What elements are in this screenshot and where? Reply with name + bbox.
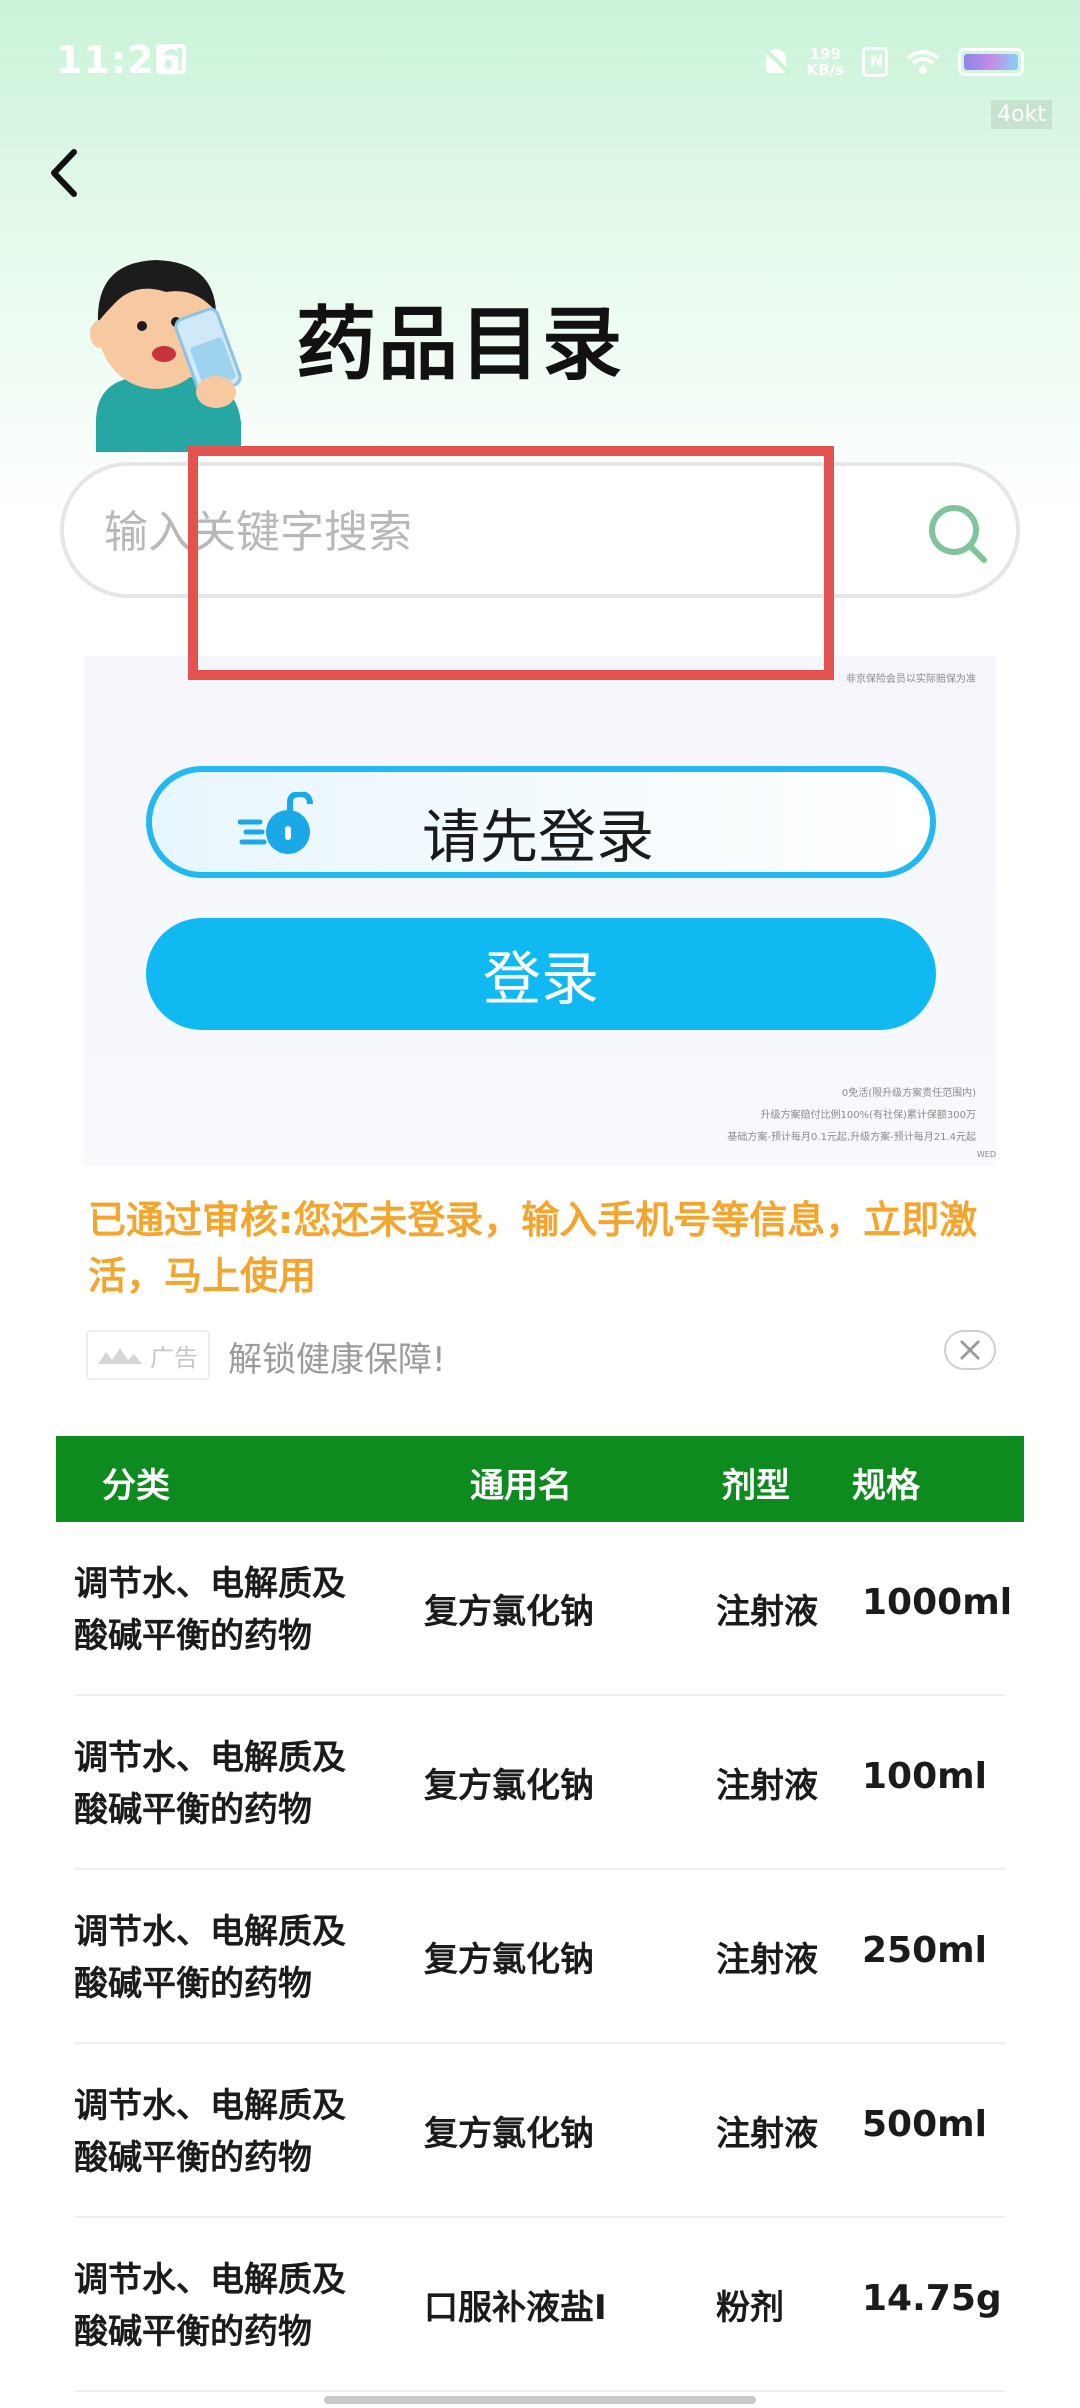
table-row[interactable]: 调节水、电解质及酸碱平衡的药物 口服补液盐Ⅰ 粉剂 14.75g (56, 2218, 1024, 2392)
cell-spec: 14.75g (862, 2278, 1002, 2319)
cell-category: 调节水、电解质及酸碱平衡的药物 (74, 1912, 346, 2004)
login-prompt-pill: 请先登录 (146, 766, 936, 878)
cell-category: 调节水、电解质及酸碱平衡的药物 (74, 2260, 346, 2352)
ad-tag: 广告 (86, 1330, 210, 1380)
cell-name: 口服补液盐Ⅰ (424, 2288, 607, 2328)
cell-category: 调节水、电解质及酸碱平衡的药物 (74, 2086, 346, 2178)
login-prompt-text: 请先登录 (422, 803, 655, 871)
table-row[interactable]: 调节水、电解质及酸碱平衡的药物 复方氯化钠 注射液 100ml (56, 1696, 1024, 1870)
home-indicator[interactable] (324, 2396, 756, 2404)
cell-form: 注射液 (716, 1592, 818, 1632)
cell-name: 复方氯化钠 (424, 1940, 594, 1980)
ad-caption[interactable]: 解锁健康保障! (228, 1332, 446, 1381)
page-title: 药品目录 (296, 298, 624, 391)
network-speed: 199 KB/s (807, 46, 844, 78)
cell-category: 调节水、电解质及酸碱平衡的药物 (74, 1738, 346, 1830)
col-header-name: 通用名 (470, 1466, 572, 1506)
ad-disclaimer-top: 非京保险会员以实际赔保为准 (846, 674, 976, 685)
row-divider (74, 2390, 1006, 2392)
cell-name: 复方氯化钠 (424, 2114, 594, 2154)
ad-fine-print-2: 升级方案赔付比例100%(有社保)累计保额300万 (760, 1110, 976, 1121)
promo-text[interactable]: 已通过审核:您还未登录，输入手机号等信息，立即激活，马上使用 (88, 1192, 988, 1304)
status-bar: 11:26 199 KB/s (0, 0, 1080, 130)
cell-spec: 100ml (862, 1756, 987, 1797)
ad-banner[interactable]: 非京保险会员以实际赔保为准 请先登录 登录 0免活(限升级方案责任范围内) 升级… (84, 656, 996, 1166)
cell-form: 粉剂 (716, 2288, 784, 2328)
highlight-box (188, 446, 834, 680)
cell-name: 复方氯化钠 (424, 1766, 594, 1806)
ad-row[interactable]: 广告 解锁健康保障! (86, 1328, 996, 1384)
col-header-form: 剂型 (722, 1466, 790, 1506)
back-arrow-icon[interactable] (40, 148, 90, 198)
ad-fine-print-1: 0免活(限升级方案责任范围内) (841, 1088, 976, 1099)
ad-tag-label: 广告 (150, 1343, 198, 1372)
col-header-category: 分类 (102, 1466, 170, 1506)
unlock-icon (238, 792, 313, 854)
battery-icon (958, 48, 1024, 76)
wifi-icon (906, 49, 940, 75)
close-ad-icon[interactable] (944, 1330, 996, 1370)
table-row[interactable]: 调节水、电解质及酸碱平衡的药物 复方氯化钠 注射液 250ml (56, 1870, 1024, 2044)
table-header: 分类 通用名 剂型 规格 (56, 1436, 1024, 1522)
table-row[interactable]: 调节水、电解质及酸碱平衡的药物 复方氯化钠 注射液 1000ml (56, 1522, 1024, 1696)
cell-form: 注射液 (716, 2114, 818, 2154)
nfc-icon (862, 47, 888, 77)
ad-corner-mark: WED (976, 1150, 996, 1159)
mute-bell-icon (763, 47, 789, 77)
cell-category: 调节水、电解质及酸碱平衡的药物 (74, 1564, 346, 1656)
col-header-spec: 规格 (852, 1466, 920, 1506)
calendar-notification-icon (156, 44, 186, 74)
ad-logo-icon (98, 1348, 142, 1364)
table-row[interactable]: 调节水、电解质及酸碱平衡的药物 复方氯化钠 注射液 500ml (56, 2044, 1024, 2218)
cell-spec: 1000ml (862, 1582, 1013, 1623)
ad-fine-print-3: 基础方案-预计每月0.1元起,升级方案-预计每月21.4元起 (727, 1132, 976, 1143)
boy-drinking-water-illustration (90, 260, 242, 452)
cell-name: 复方氯化钠 (424, 1592, 594, 1632)
login-button[interactable]: 登录 (146, 918, 936, 1030)
cell-spec: 500ml (862, 2104, 987, 2145)
page: 11:26 199 KB/s 4okt (0, 0, 1080, 2408)
status-icons: 199 KB/s (763, 42, 1024, 82)
search-icon[interactable] (926, 502, 990, 566)
watermark: 4okt (991, 100, 1052, 129)
cell-form: 注射液 (716, 1940, 818, 1980)
cell-form: 注射液 (716, 1766, 818, 1806)
cell-spec: 250ml (862, 1930, 987, 1971)
network-speed-unit: KB/s (806, 61, 844, 79)
